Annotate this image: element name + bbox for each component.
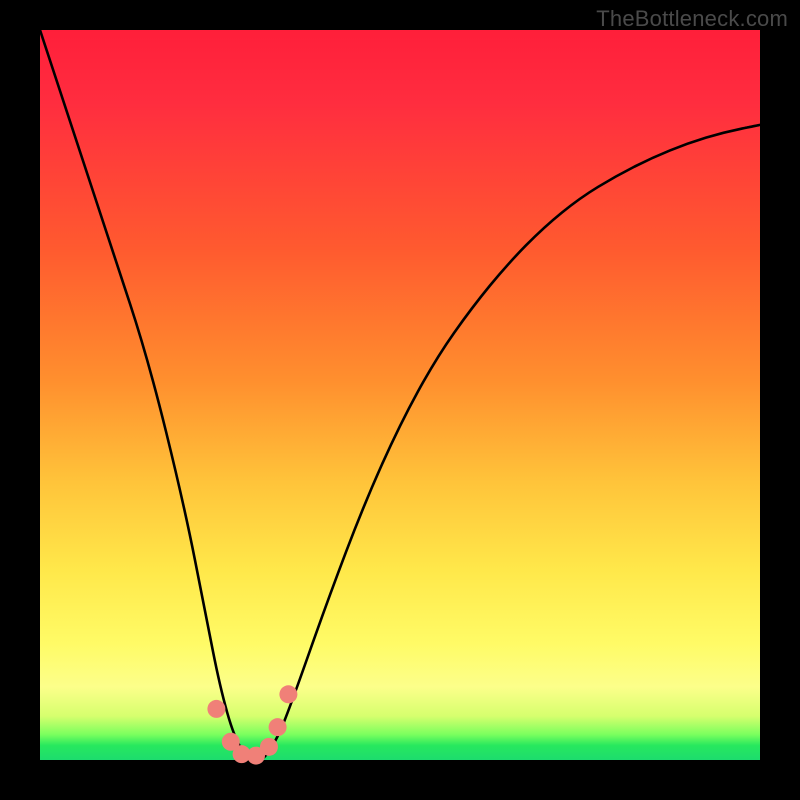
marker-dot xyxy=(269,718,287,736)
main-curve xyxy=(40,30,760,760)
attribution-text: TheBottleneck.com xyxy=(596,6,788,32)
curve-group xyxy=(40,30,760,760)
plot-area xyxy=(40,30,760,760)
marker-dot xyxy=(207,700,225,718)
marker-dot xyxy=(260,738,278,756)
highlight-markers xyxy=(207,685,297,764)
chart-frame: TheBottleneck.com xyxy=(0,0,800,800)
chart-svg xyxy=(40,30,760,760)
marker-dot xyxy=(279,685,297,703)
